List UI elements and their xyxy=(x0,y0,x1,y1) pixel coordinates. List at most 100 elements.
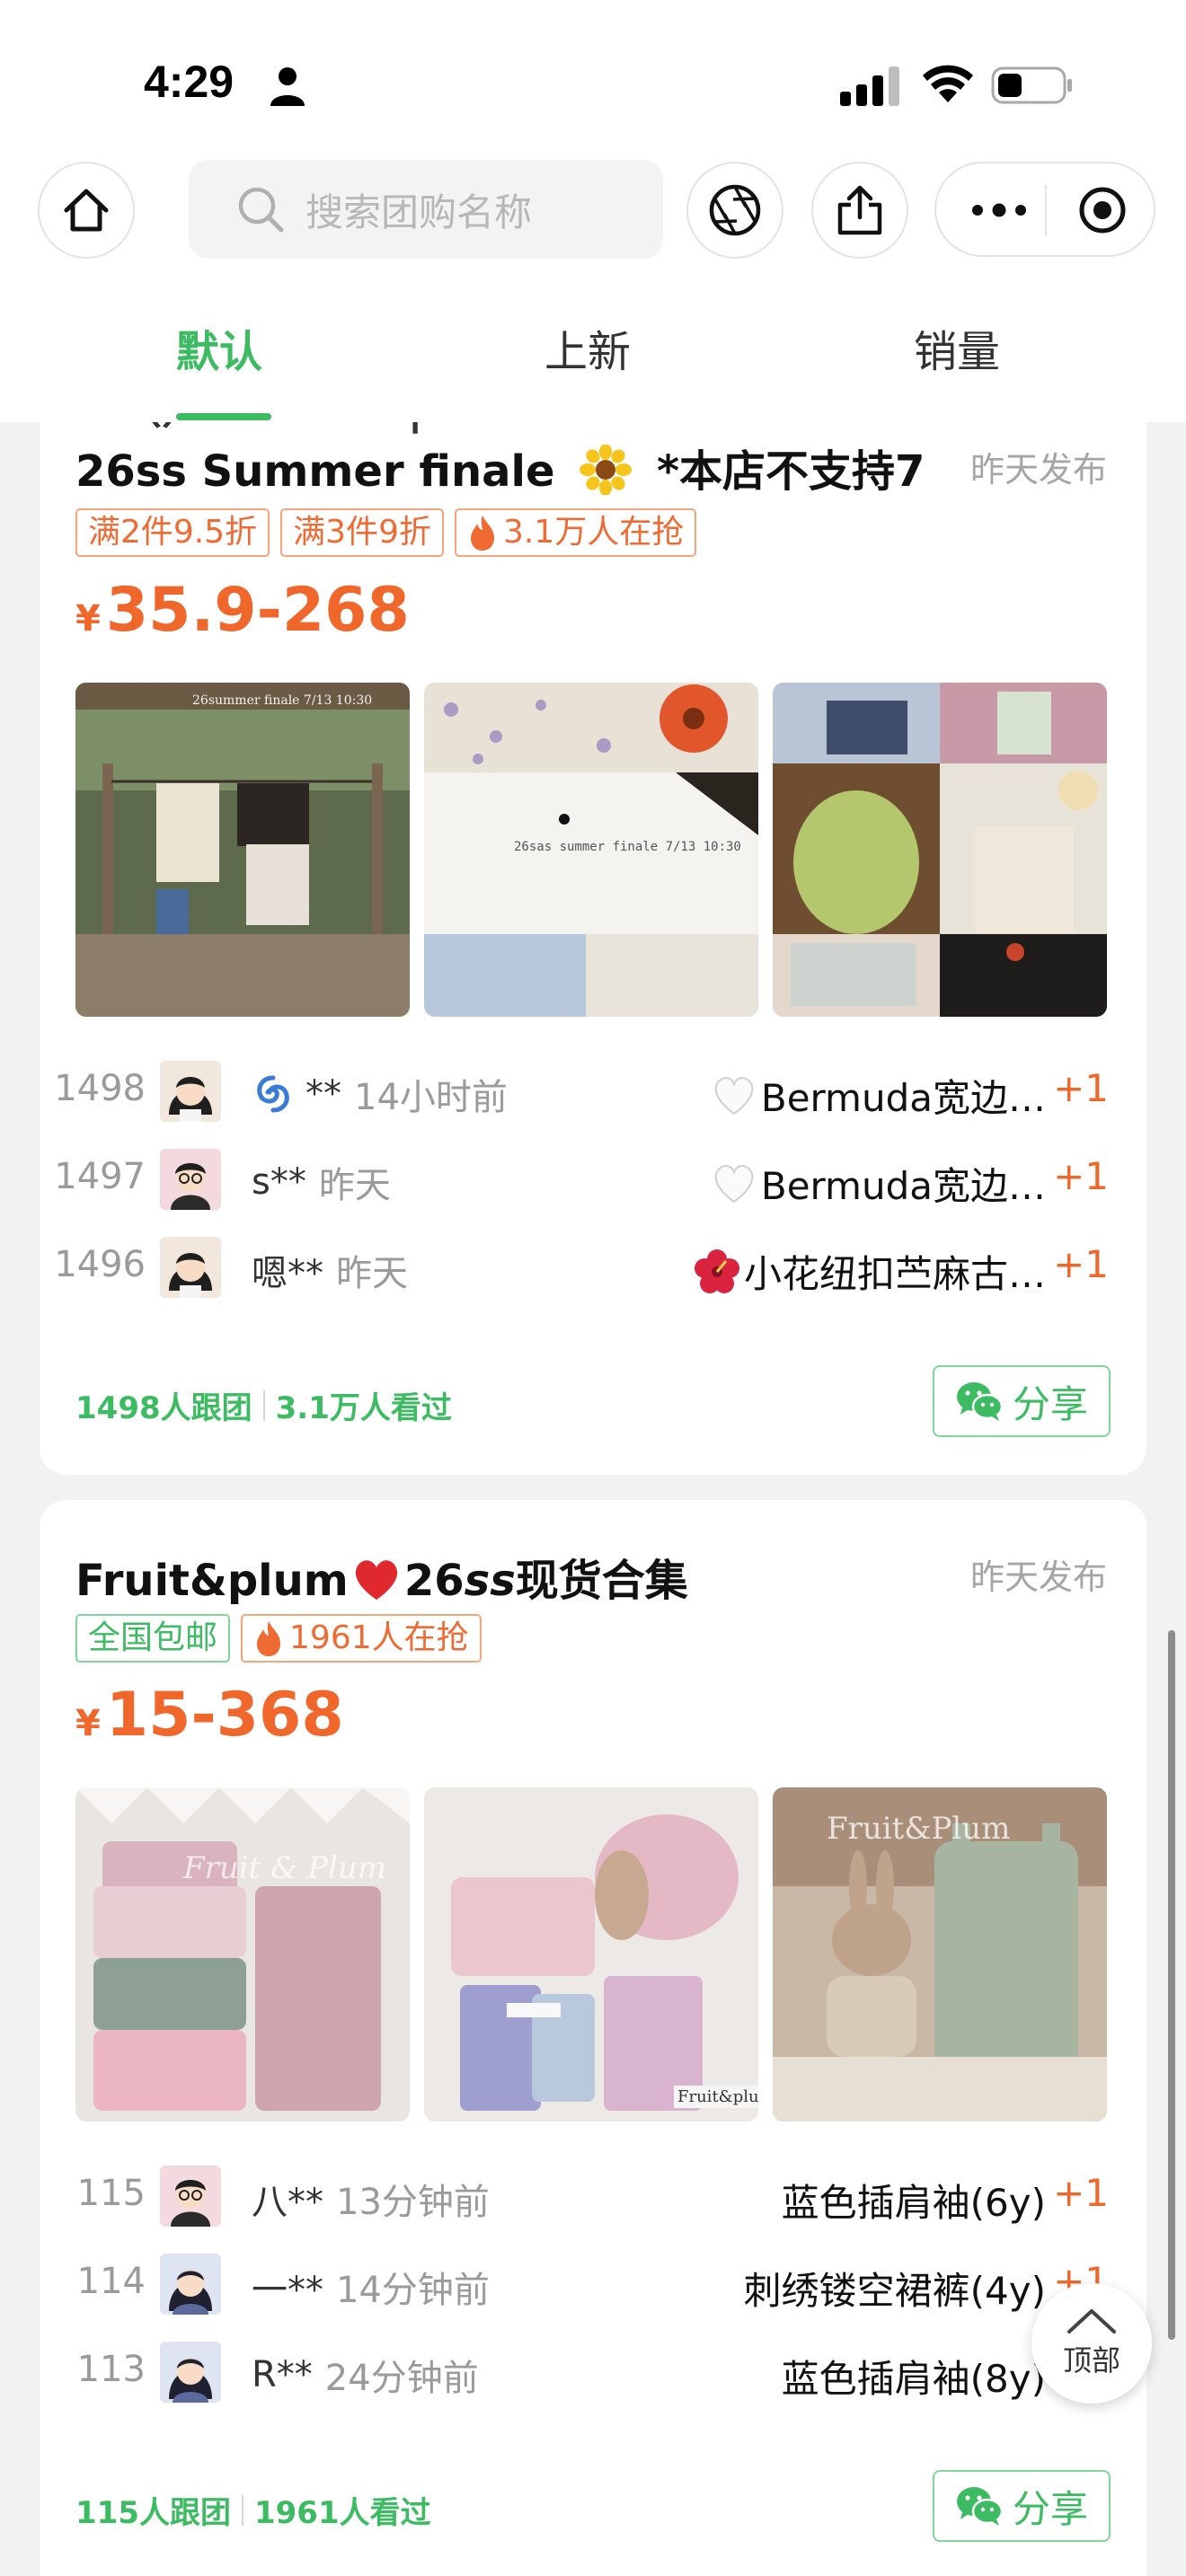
recent-orders: 1498 ** 14小时前 Bermuda宽边… +1 1497 s** 昨天 … xyxy=(40,1046,1146,1310)
item-text: 小花纽扣苎麻古… xyxy=(743,1252,1046,1296)
red-heart-icon xyxy=(355,1560,397,1600)
wechat-icon xyxy=(956,2487,1004,2526)
price-value: 15-368 xyxy=(105,1680,344,1751)
home-button[interactable] xyxy=(38,162,135,259)
search-placeholder: 搜索团购名称 xyxy=(305,190,533,234)
order-time: 14小时前 xyxy=(354,1077,508,1118)
status-bar: 4:29 xyxy=(0,0,1186,153)
wifi-icon xyxy=(923,65,973,102)
order-row[interactable]: 113 R** 24分钟前 蓝色插肩袖(8y) +1 xyxy=(40,2327,1146,2415)
photo-watermark: 26summer finale 7/13 10:30 xyxy=(192,693,373,708)
search-input[interactable]: 搜索团购名称 xyxy=(189,160,663,259)
promo-tags: 满2件9.5折 满3件9折 3.1万人在抢 xyxy=(75,508,697,557)
camera-button[interactable] xyxy=(686,162,783,259)
order-row[interactable]: 1497 s** 昨天 Bermuda宽边… +1 xyxy=(40,1134,1146,1222)
order-time: 24分钟前 xyxy=(324,2358,479,2399)
follower-count: 115人跟团 xyxy=(75,2495,231,2531)
price-range: ¥ 35.9-268 xyxy=(75,575,410,646)
chevron-up-icon xyxy=(1067,2309,1116,2333)
product-photo[interactable]: Fruit&Plum xyxy=(773,1787,1107,2122)
item-text: Bermuda宽边… xyxy=(760,1164,1046,1208)
order-time: 14分钟前 xyxy=(336,2270,490,2311)
price-range: ¥ 15-368 xyxy=(75,1680,344,1751)
product-photo[interactable]: Fruit & Plum xyxy=(75,1787,410,2122)
card-title-italic: ss xyxy=(464,1556,516,1606)
cyclone-emoji-icon xyxy=(257,1075,289,1113)
ordered-item: Bermuda宽边… xyxy=(711,1068,1046,1123)
buyer-name-text: 嗯** xyxy=(252,1253,323,1294)
search-icon xyxy=(238,187,284,233)
fire-icon xyxy=(470,516,494,551)
wechat-share-button[interactable]: 分享 xyxy=(933,1365,1111,1437)
publish-date: 昨天发布 xyxy=(969,450,1107,490)
buyer-name: s** 昨天 xyxy=(252,1156,391,1208)
back-to-top-label: 顶部 xyxy=(1062,2343,1120,2378)
close-target-icon[interactable] xyxy=(1078,186,1127,234)
order-row[interactable]: 114 一** 14分钟前 刺绣镂空裙裤(4y) +1 xyxy=(40,2239,1146,2327)
share-label: 分享 xyxy=(1012,1381,1088,1426)
product-photo[interactable]: Fruit&plum xyxy=(424,1787,758,2122)
tab-new[interactable]: 上新 xyxy=(544,316,631,379)
quantity-plus: +1 xyxy=(1053,1066,1109,1110)
card-title-suffix: *本店不支持7 xyxy=(656,446,925,497)
status-time: 4:29 xyxy=(144,57,235,107)
order-number: 1498 xyxy=(54,1068,146,1109)
nav-bar: 搜索团购名称 xyxy=(0,153,1186,271)
group-buy-card[interactable]: 一（）—— —— | 26ss Summer finale *本店不支持7 昨天… xyxy=(40,422,1146,1475)
group-buy-list: 一（）—— —— | 26ss Summer finale *本店不支持7 昨天… xyxy=(0,422,1186,2576)
order-row[interactable]: 1498 ** 14小时前 Bermuda宽边… +1 xyxy=(40,1046,1146,1134)
photo-watermark: Fruit & Plum xyxy=(183,1850,387,1886)
photo-watermark: 26sas summer finale 7/13 10:30 xyxy=(514,840,741,854)
order-row[interactable]: 115 八** 13分钟前 蓝色插肩袖(6y) +1 xyxy=(40,2151,1146,2239)
group-buy-card[interactable]: Fruit&plum 26ss现货合集 昨天发布 全国包邮 1961人在抢 ¥ … xyxy=(40,1500,1146,2576)
product-photos: 26summer finale 7/13 10:30 26sas summer … xyxy=(75,683,1107,1017)
back-to-top-button[interactable]: 顶部 xyxy=(1031,2283,1152,2404)
tab-sales[interactable]: 销量 xyxy=(914,316,1000,379)
buyer-name-text: ** xyxy=(305,1073,341,1115)
mini-program-capsule xyxy=(934,162,1155,257)
wechat-share-button[interactable]: 分享 xyxy=(933,2470,1111,2542)
discount-tag: 满3件9折 xyxy=(280,508,444,557)
product-photo[interactable] xyxy=(773,683,1107,1017)
ordered-item: 蓝色插肩袖(6y) xyxy=(782,2173,1046,2228)
buyer-name: 嗯** 昨天 xyxy=(252,1244,408,1296)
share-button[interactable] xyxy=(811,162,908,259)
publish-date: 昨天发布 xyxy=(969,1557,1107,1597)
order-number: 115 xyxy=(76,2173,146,2214)
capsule-divider xyxy=(1045,185,1047,235)
product-photo[interactable]: 26summer finale 7/13 10:30 xyxy=(75,683,410,1017)
tab-default[interactable]: 默认 xyxy=(176,316,262,379)
hibiscus-icon xyxy=(694,1248,739,1293)
recent-orders: 115 八** 13分钟前 蓝色插肩袖(6y) +1 114 一** 14分钟前… xyxy=(40,2151,1146,2415)
ordered-item: Bermuda宽边… xyxy=(711,1156,1046,1211)
currency-symbol: ¥ xyxy=(75,598,101,640)
sort-tabs: 默认 上新 销量 xyxy=(0,269,1186,422)
discount-tag: 满2件9.5折 xyxy=(75,508,270,557)
more-button[interactable] xyxy=(963,187,1035,234)
order-time: 昨天 xyxy=(318,1165,391,1206)
ordered-item: 小花纽扣苎麻古… xyxy=(694,1244,1046,1299)
promo-tags: 全国包邮 1961人在抢 xyxy=(75,1614,482,1663)
card-title-part: 26 xyxy=(403,1556,465,1606)
card-stats: 1498人跟团 3.1万人看过 xyxy=(75,1383,452,1427)
order-row[interactable]: 1496 嗯** 昨天 小花纽扣苎麻古… +1 xyxy=(40,1222,1146,1310)
order-number: 1497 xyxy=(54,1156,146,1197)
currency-symbol: ¥ xyxy=(75,1703,101,1744)
ordered-item: 刺绣镂空裙裤(4y) xyxy=(744,2261,1046,2316)
sunflower-emoji-icon xyxy=(580,444,633,496)
woman-avatar-icon xyxy=(160,2342,221,2403)
buyer-name: 八** 13分钟前 xyxy=(252,2173,490,2225)
active-tab-indicator xyxy=(176,413,271,420)
product-photos: Fruit & Plum Fruit&plum xyxy=(75,1787,1107,2122)
scrollbar[interactable] xyxy=(1168,1630,1175,2340)
card-title-partial: 一（）—— —— | xyxy=(75,422,929,436)
item-text: Bermuda宽边… xyxy=(760,1076,1046,1120)
ordered-item: 蓝色插肩袖(8y) xyxy=(782,2349,1046,2404)
photo-watermark: Fruit&plum xyxy=(674,2086,758,2108)
card-title-text: Fruit&plum xyxy=(75,1556,349,1606)
product-photo[interactable]: 26sas summer finale 7/13 10:30 xyxy=(424,683,758,1017)
girl-avatar-icon xyxy=(160,1061,221,1122)
card-title-text: 26ss Summer finale xyxy=(75,446,555,497)
order-time: 昨天 xyxy=(336,1253,408,1294)
free-shipping-tag: 全国包邮 xyxy=(75,1614,231,1663)
